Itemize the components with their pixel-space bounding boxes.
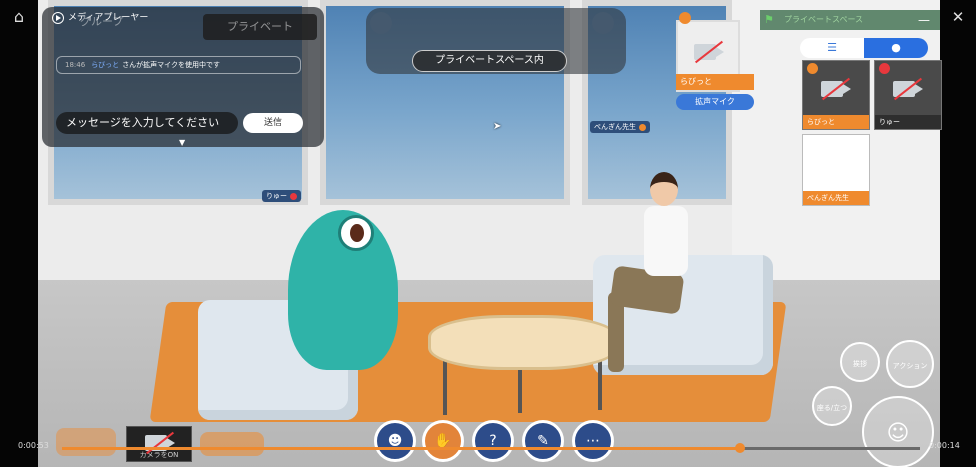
camera-toggle[interactable]: カメラをON xyxy=(126,426,192,462)
progress-knob[interactable] xyxy=(734,443,745,453)
user-icon[interactable] xyxy=(592,12,614,34)
more-icon[interactable]: ⋯ xyxy=(572,420,614,462)
participant-badge-icon xyxy=(807,63,818,74)
time-elapsed: 0:00:53 xyxy=(18,441,49,450)
tab-private[interactable]: プライベート xyxy=(203,14,317,40)
status-dot-icon xyxy=(639,123,646,131)
app-root: ⌂ ✕ りゅー ぺんぎん先生 グループ メディアプレーヤー プライベート 18:… xyxy=(0,0,976,467)
close-icon[interactable]: ✕ xyxy=(948,6,968,28)
participant-tile[interactable]: りゅー xyxy=(874,60,942,130)
camera-off-icon xyxy=(893,77,923,101)
greet-button[interactable]: 挨拶 xyxy=(840,342,880,382)
media-player-label: メディアプレーヤー xyxy=(68,13,149,23)
sit-button[interactable]: 座る/立つ xyxy=(812,386,852,426)
minimize-icon[interactable]: — xyxy=(918,10,940,30)
megaphone-mic-badge: 拡声マイク xyxy=(676,94,754,110)
table-leg xyxy=(518,368,522,413)
map-icon[interactable] xyxy=(370,12,392,34)
status-dot-icon xyxy=(290,192,297,200)
message-input[interactable]: メッセージを入力してください xyxy=(56,112,238,134)
participant-name: らびっと xyxy=(803,115,869,129)
space-status-bar[interactable]: プライベートスペース xyxy=(760,10,940,30)
mouse-cursor-icon: ➤ xyxy=(493,121,502,132)
play-icon[interactable] xyxy=(52,12,64,24)
progress-bar[interactable] xyxy=(62,443,920,453)
message-text: さんが拡声マイクを使用中です xyxy=(122,61,221,69)
jump-icon[interactable]: ☺ xyxy=(862,396,934,467)
participant-tile[interactable]: らびっと xyxy=(802,60,870,130)
human-avatar[interactable] xyxy=(644,206,688,276)
people-icon[interactable]: ☻ xyxy=(374,420,416,462)
camera-toggle-label: カメラをON xyxy=(139,451,179,459)
collapse-arrow-icon[interactable]: ▼ xyxy=(179,138,185,147)
participant-badge-icon xyxy=(879,63,890,74)
human-avatar-head xyxy=(650,172,678,206)
action-button[interactable]: アクション xyxy=(886,340,934,388)
list-view-toggle[interactable]: ☰ xyxy=(800,38,864,58)
location-icon: ⚑ xyxy=(764,13,774,26)
help-icon[interactable]: ? xyxy=(472,420,514,462)
nametag-label: りゅー xyxy=(266,192,287,200)
home-icon[interactable]: ⌂ xyxy=(6,6,32,28)
speaker-badge-icon xyxy=(679,12,691,24)
send-button[interactable]: 送信 xyxy=(243,113,303,133)
participant-name: りゅー xyxy=(875,115,941,129)
time-remaining: 0:00:14 xyxy=(929,441,960,450)
window-left-bar xyxy=(0,0,38,467)
chat-message: 18:46 らびっと さんが拡声マイクを使用中です xyxy=(56,56,301,74)
grid-view-toggle[interactable]: ● xyxy=(864,38,928,58)
progress-fill xyxy=(62,447,740,450)
table-leg xyxy=(443,360,447,415)
emote-icon[interactable]: ✋ xyxy=(422,420,464,462)
nametag-label: ぺんぎん先生 xyxy=(594,123,636,131)
camera-off-icon xyxy=(694,40,724,64)
message-sender[interactable]: らびっと xyxy=(91,61,119,69)
avatar-nametag-pengin: ぺんぎん先生 xyxy=(590,121,650,133)
private-space-banner: プライベートスペース内 xyxy=(412,50,567,72)
message-time: 18:46 xyxy=(65,61,86,69)
media-player-title: メディアプレーヤー xyxy=(52,11,148,25)
camera-off-icon xyxy=(821,77,851,101)
dinosaur-pupil xyxy=(350,224,364,242)
participant-name: ぺんぎん先生 xyxy=(803,191,869,205)
table-leg xyxy=(598,360,602,410)
mic-toggle[interactable] xyxy=(56,428,116,456)
coffee-table xyxy=(428,315,618,370)
window-right-bar xyxy=(940,0,976,467)
avatar-nametag-ryu: りゅー xyxy=(262,190,301,202)
megaphone-toggle[interactable] xyxy=(200,432,264,456)
participant-tile[interactable]: ぺんぎん先生 xyxy=(802,134,870,206)
speaker-name: らびっと xyxy=(676,74,754,90)
edit-icon[interactable]: ✎ xyxy=(522,420,564,462)
